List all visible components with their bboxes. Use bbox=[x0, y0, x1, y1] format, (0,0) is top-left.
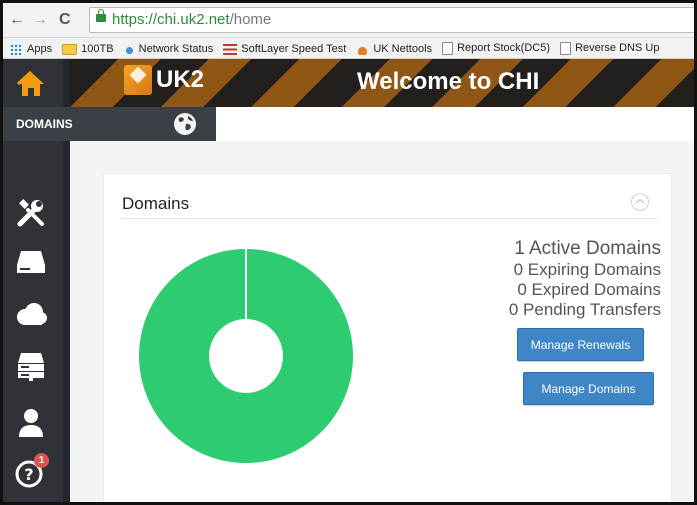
forward-button[interactable]: → bbox=[32, 11, 48, 29]
url-host: https://chi.uk2.net bbox=[112, 11, 230, 28]
softlayer-icon bbox=[223, 43, 238, 55]
back-button[interactable]: ← bbox=[9, 11, 25, 29]
bookmarks-bar: Apps 100TB Network Status SoftLayer Spee… bbox=[3, 38, 694, 59]
stat-expired-domains: 0 Expired Domains bbox=[517, 280, 661, 299]
uk2-cube-icon bbox=[124, 65, 152, 95]
server-icon[interactable] bbox=[12, 244, 50, 278]
page-icon bbox=[560, 41, 572, 55]
bookmark-uk-nettools[interactable]: UK Nettools bbox=[356, 39, 432, 58]
lock-icon bbox=[96, 9, 106, 22]
domain-stats: 1 Active Domains 0 Expiring Domains 0 Ex… bbox=[509, 238, 661, 320]
panel-title: Domains bbox=[122, 194, 190, 213]
page-title: Welcome to CHI bbox=[357, 68, 540, 95]
domains-section-label: DOMAINS bbox=[16, 117, 73, 131]
stat-pending-transfers: 0 Pending Transfers bbox=[508, 300, 661, 319]
bookmark-reverse-dns[interactable]: Reverse DNS Up bbox=[560, 38, 659, 58]
bookmark-report-stock[interactable]: Report Stock(DC5) bbox=[442, 38, 550, 58]
address-bar: ← → C https://chi.uk2.net/home bbox=[3, 3, 694, 38]
cloud-icon[interactable] bbox=[12, 297, 50, 331]
tools-icon[interactable] bbox=[12, 196, 50, 230]
rack-server-icon[interactable] bbox=[12, 349, 50, 383]
uk2-logo[interactable]: UK2 bbox=[124, 65, 204, 95]
apps-grid-icon bbox=[10, 43, 23, 55]
domains-section-tab[interactable]: DOMAINS bbox=[3, 107, 216, 141]
page-icon bbox=[442, 41, 454, 55]
manage-renewals-button[interactable]: Manage Renewals bbox=[517, 328, 644, 361]
stat-expiring-domains: 0 Expiring Domains bbox=[513, 260, 661, 279]
bookmark-apps[interactable]: Apps bbox=[10, 39, 52, 58]
nettools-icon bbox=[356, 43, 370, 55]
home-icon[interactable] bbox=[12, 67, 50, 101]
notification-badge: 1 bbox=[34, 453, 49, 468]
app-area: UK2 Welcome to CHI DOMAINS ? 1 Domains 1… bbox=[3, 59, 694, 502]
bookmark-network-status[interactable]: Network Status bbox=[123, 39, 213, 58]
bookmark-100tb[interactable]: 100TB bbox=[62, 39, 114, 58]
browser-window: ← → C https://chi.uk2.net/home Apps 100T… bbox=[3, 3, 694, 502]
stat-active-domains: 1 Active Domains bbox=[514, 238, 661, 259]
manage-domains-button[interactable]: Manage Domains bbox=[523, 372, 654, 405]
donut-hole bbox=[209, 319, 283, 393]
welcome-banner: UK2 Welcome to CHI bbox=[70, 59, 694, 107]
domains-panel: Domains 1 Active Domains 0 Expiring Doma… bbox=[103, 173, 672, 502]
help-icon[interactable]: ? 1 bbox=[12, 453, 50, 489]
reload-button[interactable]: C bbox=[59, 11, 71, 29]
svg-text:?: ? bbox=[24, 465, 33, 484]
collapse-icon[interactable] bbox=[631, 193, 649, 211]
url-input[interactable]: https://chi.uk2.net/home bbox=[89, 7, 694, 33]
bookmark-softlayer[interactable]: SoftLayer Speed Test bbox=[223, 39, 346, 58]
logo-text: UK2 bbox=[156, 66, 205, 93]
url-path: /home bbox=[229, 11, 272, 28]
globe-icon bbox=[174, 113, 196, 135]
droplet-icon bbox=[123, 43, 135, 55]
folder-icon bbox=[62, 43, 78, 55]
user-icon[interactable] bbox=[12, 405, 50, 439]
domains-donut-chart bbox=[139, 249, 353, 463]
